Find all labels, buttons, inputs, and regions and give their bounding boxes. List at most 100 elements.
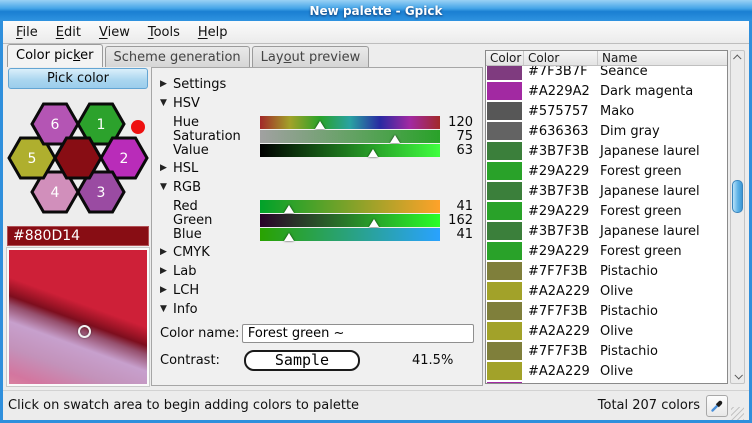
- scrollbar-thumb[interactable]: [732, 180, 743, 213]
- color-hex: #A229A2: [524, 84, 598, 99]
- blue-slider[interactable]: [260, 228, 440, 241]
- slider-value: 162: [440, 213, 474, 228]
- picker-active-indicator: [131, 120, 145, 134]
- slider-marker[interactable]: [368, 149, 378, 157]
- section-hsv[interactable]: ▼HSV: [160, 96, 474, 111]
- section-info[interactable]: ▼ Info: [160, 302, 474, 317]
- color-hex: #7F7F3B: [524, 304, 598, 319]
- column-header-name-2[interactable]: Name: [598, 51, 727, 65]
- color-swatch-cell: [486, 82, 524, 100]
- slider-marker[interactable]: [369, 219, 379, 227]
- palette-row[interactable]: #A2A229Olive: [486, 321, 727, 341]
- menu-view[interactable]: View: [90, 22, 139, 43]
- swatch-hexagon-center[interactable]: [55, 138, 101, 178]
- palette-total-count: Total 207 colors: [598, 398, 700, 413]
- status-bar: Click on swatch area to begin adding col…: [3, 390, 749, 420]
- slider-marker[interactable]: [315, 121, 325, 129]
- palette-row[interactable]: #A2A229Olive: [486, 361, 727, 381]
- palette-row[interactable]: #3B7F3BJapanese laurel: [486, 181, 727, 201]
- menu-tools[interactable]: Tools: [139, 22, 189, 43]
- swatch-number: 6: [51, 117, 60, 133]
- chevron-up-icon: [733, 54, 741, 62]
- color-swatch-cell: [486, 182, 524, 200]
- slider-row-green: Green162: [160, 213, 474, 227]
- slider-marker[interactable]: [284, 233, 294, 241]
- menu-edit[interactable]: Edit: [47, 22, 90, 43]
- palette-row[interactable]: #A2A229Olive: [486, 281, 727, 301]
- palette-row[interactable]: #29A229Forest green: [486, 241, 727, 261]
- contrast-sample-button[interactable]: Sample: [244, 350, 360, 371]
- tab-layout-preview[interactable]: Layout preview: [252, 46, 370, 67]
- palette-row[interactable]: #7F7F3BPistachio: [486, 301, 727, 321]
- slider-value: 63: [440, 143, 474, 158]
- resize-grip[interactable]: [731, 407, 744, 420]
- palette-row[interactable]: #7F7F3BPistachio: [486, 261, 727, 281]
- zoom-cursor-circle: [78, 325, 91, 338]
- hue-slider[interactable]: [260, 116, 440, 129]
- screen-zoom-preview[interactable]: [7, 248, 149, 386]
- saturation-slider[interactable]: [260, 130, 440, 143]
- slider-value: 120: [440, 115, 474, 130]
- chevron-down-icon: [734, 371, 742, 379]
- color-swatch: [487, 222, 522, 240]
- slider-marker[interactable]: [390, 135, 400, 143]
- color-swatch-cell: [486, 342, 524, 360]
- palette-row[interactable]: #29A229Forest green: [486, 201, 727, 221]
- section-settings[interactable]: ▶Settings: [160, 77, 474, 92]
- menu-help[interactable]: Help: [189, 22, 237, 43]
- slider-value: 75: [440, 129, 474, 144]
- value-slider[interactable]: [260, 144, 440, 157]
- color-swatch: [487, 302, 522, 320]
- title-bar[interactable]: New palette - Gpick: [0, 0, 752, 21]
- palette-row[interactable]: #3B7F3BJapanese laurel: [486, 221, 727, 241]
- slider-row-hue: Hue120: [160, 115, 474, 129]
- tab-scheme-generation[interactable]: Scheme generation: [105, 46, 250, 67]
- color-swatch: [487, 242, 522, 260]
- palette-row[interactable]: #A229A2Dark magenta: [486, 81, 727, 101]
- scroll-up-button[interactable]: [731, 52, 744, 64]
- red-slider[interactable]: [260, 200, 440, 213]
- tab-color-picker[interactable]: Color picker: [7, 44, 103, 67]
- section-hsl[interactable]: ▶HSL: [160, 161, 474, 176]
- expander-closed-icon: ▶: [160, 245, 173, 260]
- swatch-number: 4: [51, 185, 60, 201]
- section-cmyk[interactable]: ▶CMYK: [160, 245, 474, 260]
- color-name: Japanese laurel: [598, 144, 727, 159]
- expander-closed-icon: ▶: [160, 77, 173, 92]
- hexagon-swatches[interactable]: 123456: [7, 92, 149, 226]
- menu-file[interactable]: File: [7, 22, 47, 43]
- slider-marker[interactable]: [284, 205, 294, 213]
- color-swatch: [487, 262, 522, 280]
- color-swatch: [487, 66, 522, 80]
- green-slider[interactable]: [260, 214, 440, 227]
- color-name: Dim gray: [598, 124, 727, 139]
- pick-color-button[interactable]: Pick color: [8, 68, 148, 89]
- section-label: Settings: [173, 77, 226, 92]
- palette-row[interactable]: #7F3B7FSeance: [486, 66, 727, 81]
- palette-row[interactable]: #29A229Forest green: [486, 161, 727, 181]
- color-swatch-cell: [486, 322, 524, 340]
- color-swatch: [487, 182, 522, 200]
- column-header-color-1[interactable]: Color: [524, 51, 598, 65]
- palette-row[interactable]: #575757Mako: [486, 101, 727, 121]
- section-lab[interactable]: ▶Lab: [160, 264, 474, 279]
- slider-value: 41: [440, 199, 474, 214]
- section-rgb[interactable]: ▼RGB: [160, 180, 474, 195]
- column-header-color-0[interactable]: Color: [486, 51, 524, 65]
- palette-scrollbar[interactable]: [730, 50, 745, 384]
- color-name: Olive: [598, 324, 727, 339]
- palette-row[interactable]: #7F7F3BPistachio: [486, 341, 727, 361]
- color-name: Forest green: [598, 244, 727, 259]
- palette-row[interactable]: [486, 381, 727, 383]
- palette-row[interactable]: #3B7F3BJapanese laurel: [486, 141, 727, 161]
- section-lch[interactable]: ▶LCH: [160, 283, 474, 298]
- palette-row[interactable]: #636363Dim gray: [486, 121, 727, 141]
- scroll-down-button[interactable]: [731, 370, 744, 382]
- eyedropper-button[interactable]: [706, 395, 728, 417]
- slider-value: 41: [440, 227, 474, 242]
- picker-panel: Pick color 123456 #880D14: [7, 67, 149, 386]
- swatch-hexagon-widget[interactable]: 123456: [7, 92, 149, 226]
- expander-closed-icon: ▶: [160, 283, 173, 298]
- palette-column-headers[interactable]: ColorColorName: [486, 51, 727, 66]
- color-name-input[interactable]: [242, 324, 474, 343]
